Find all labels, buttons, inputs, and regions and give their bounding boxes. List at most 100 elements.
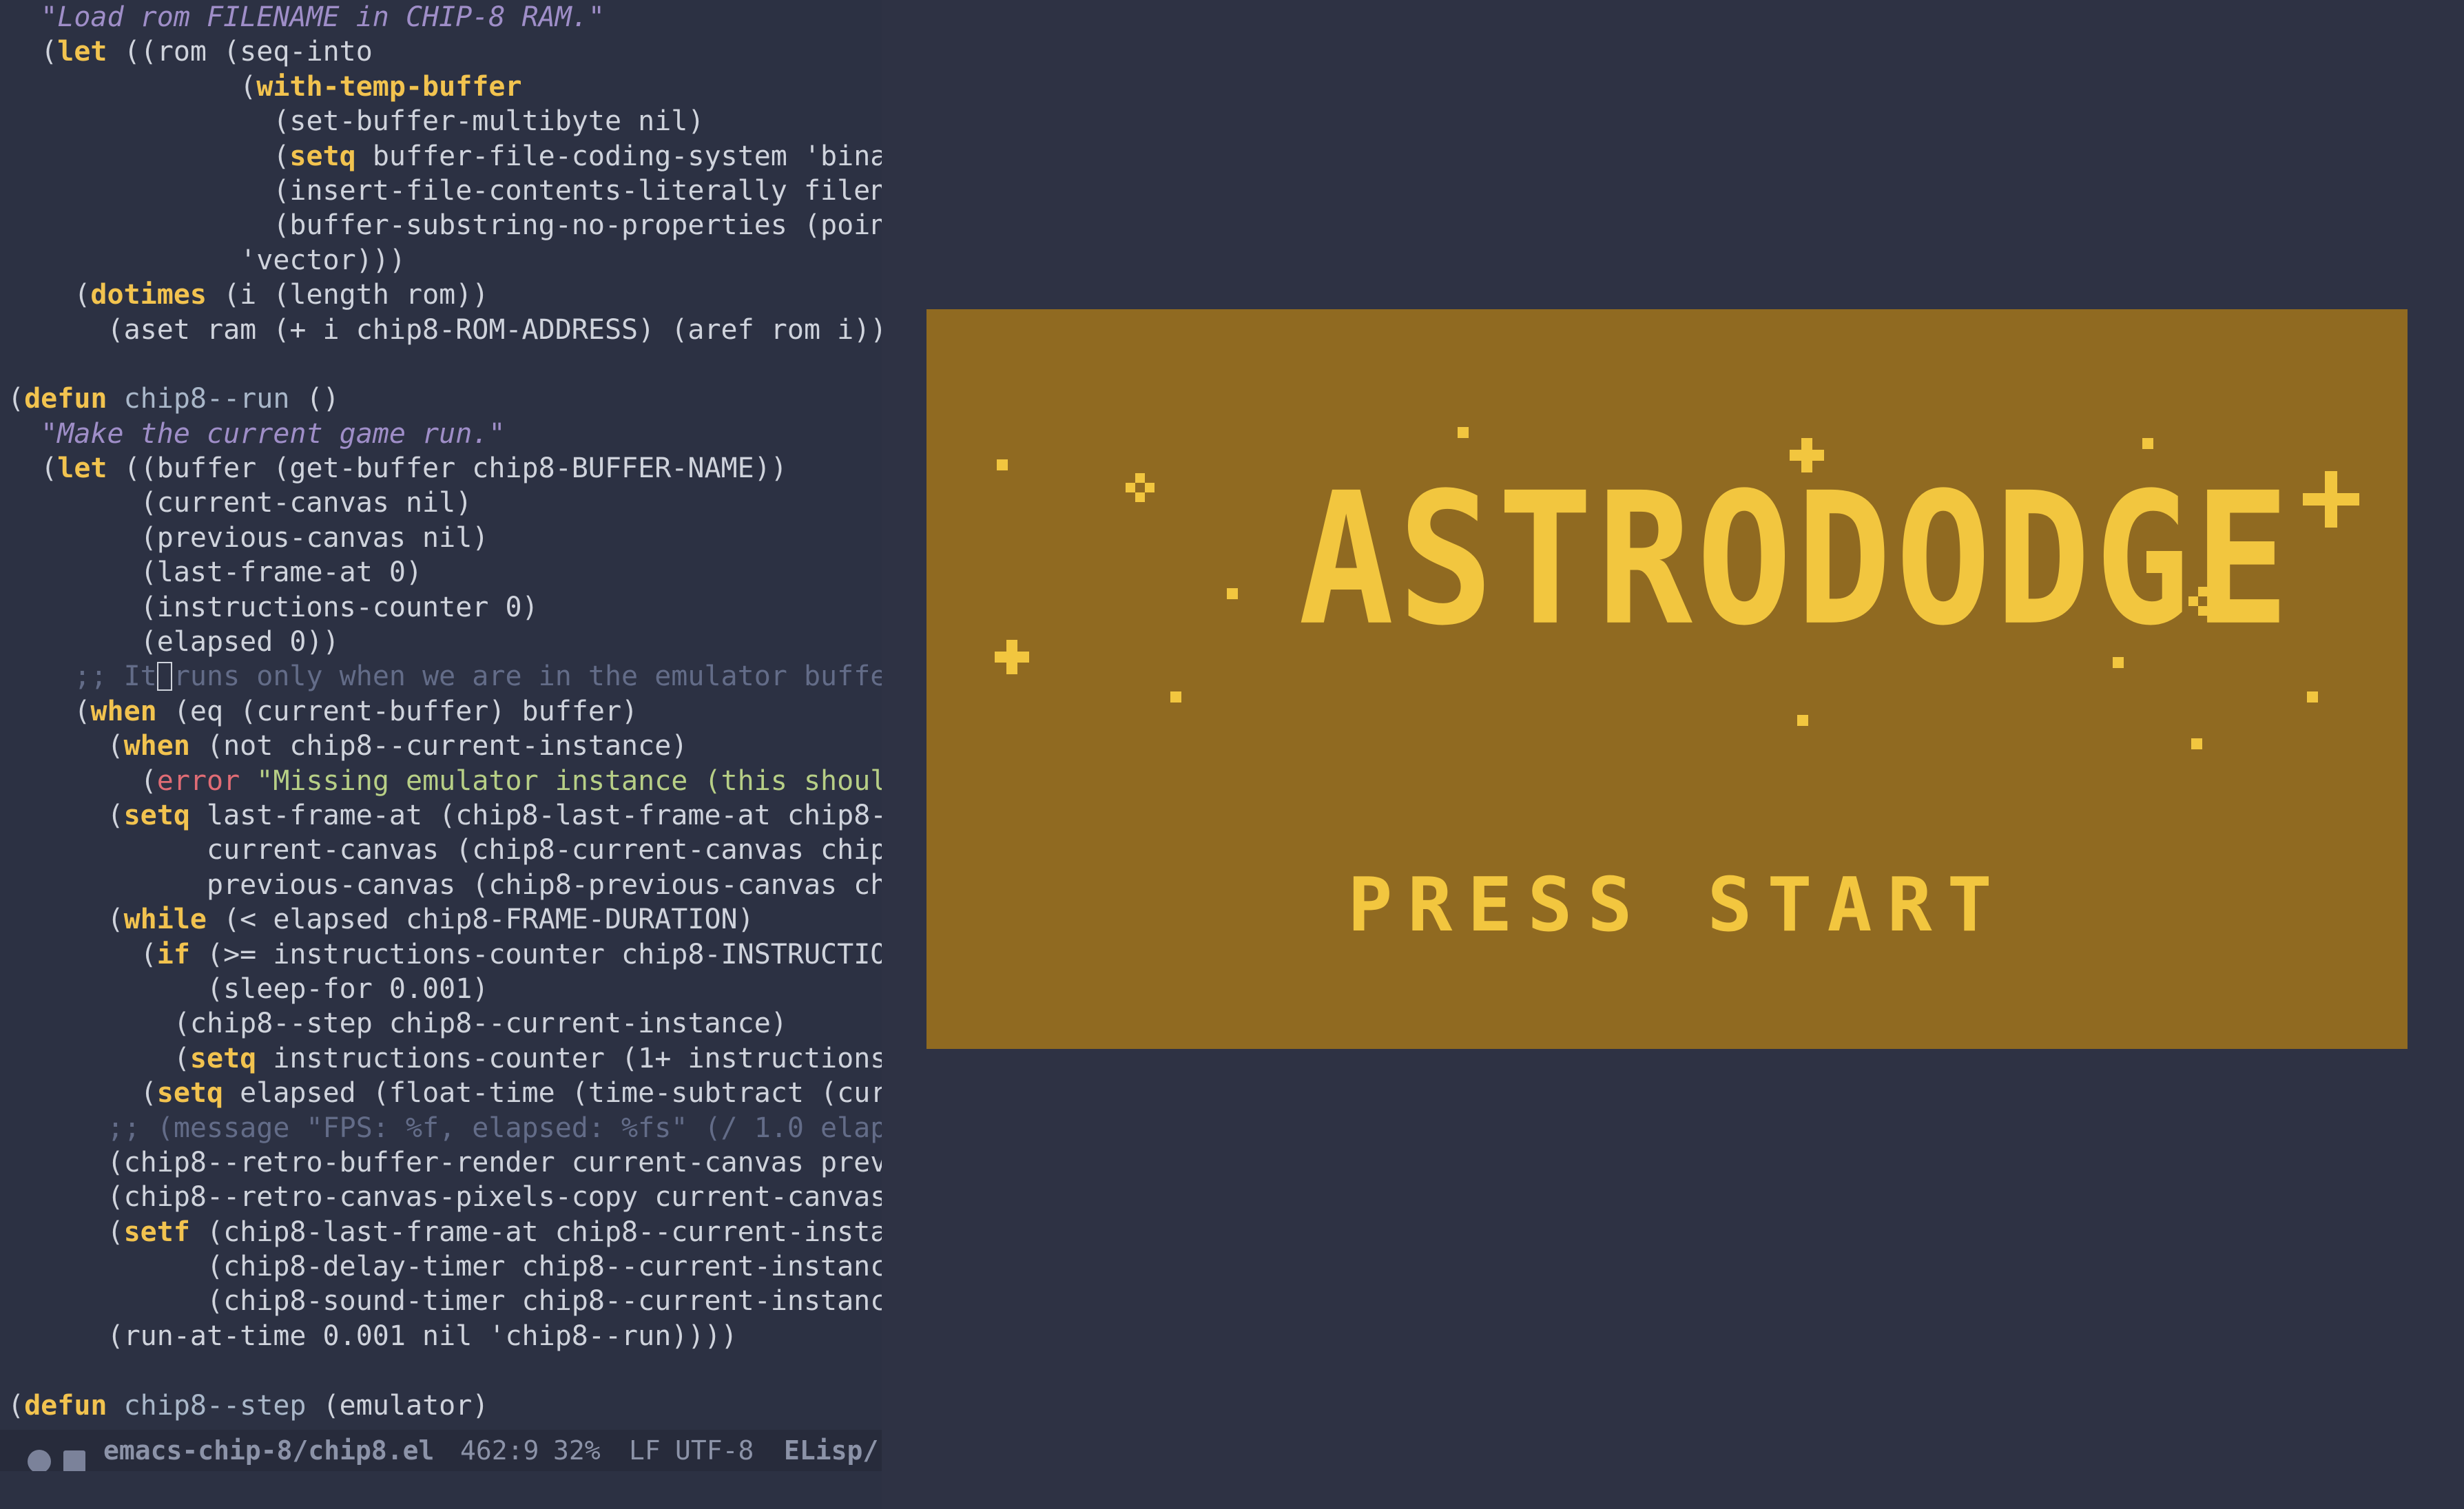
- code-token: (< elapsed chip8-FRAME-DURATION): [207, 904, 754, 936]
- chip8-game-screen[interactable]: ASTRODODGE PRESS START: [926, 309, 2408, 1049]
- code-line[interactable]: (elapsed 0)): [8, 625, 882, 659]
- code-line[interactable]: (chip8-sound-timer chip8--current-instan…: [8, 1284, 882, 1318]
- star-dot: [1458, 427, 1469, 438]
- code-line[interactable]: previous-canvas (chip8-previous-canvas c…: [8, 868, 882, 902]
- code-token: (elapsed 0)): [8, 626, 340, 658]
- code-line[interactable]: "Load rom FILENAME in CHIP-8 RAM.": [8, 0, 882, 34]
- press-start-prompt[interactable]: PRESS START: [1298, 868, 2056, 943]
- star-diamond: [1126, 473, 1155, 502]
- code-line[interactable]: (setq instructions-counter (1+ instructi…: [8, 1041, 882, 1076]
- line-ending[interactable]: LF: [629, 1430, 661, 1471]
- code-token: previous-canvas (chip8-previous-canvas c…: [8, 868, 882, 901]
- code-token: (chip8-sound-timer chip8--current-instan…: [8, 1285, 882, 1318]
- code-token: (instructions-counter 0): [8, 591, 539, 623]
- code-line[interactable]: [8, 347, 882, 382]
- code-line[interactable]: (error "Missing emulator instance (this …: [8, 764, 882, 798]
- code-line[interactable]: (instructions-counter 0): [8, 590, 882, 625]
- code-line[interactable]: (last-frame-at 0): [8, 555, 882, 590]
- code-line[interactable]: current-canvas (chip8-current-canvas chi…: [8, 833, 882, 867]
- code-token: "Missing emulator instance (this should …: [240, 764, 882, 797]
- code-token: ;; (message "FPS: %f, elapsed: %fs" (/ 1…: [8, 1112, 882, 1144]
- code-token: (: [8, 1216, 124, 1248]
- code-line[interactable]: (dotimes (i (length rom)): [8, 278, 882, 312]
- code-line[interactable]: (while (< elapsed chip8-FRAME-DURATION): [8, 902, 882, 937]
- code-line[interactable]: (let ((rom (seq-into: [8, 34, 882, 69]
- code-line[interactable]: (chip8-delay-timer chip8--current-instan…: [8, 1249, 882, 1284]
- code-line[interactable]: (setq last-frame-at (chip8-last-frame-at…: [8, 798, 882, 833]
- code-line[interactable]: (defun chip8--run (): [8, 382, 882, 416]
- code-token: current-canvas (chip8-current-canvas chi…: [8, 834, 882, 866]
- code-token: (chip8--step chip8--current-instance): [8, 1008, 787, 1040]
- code-line[interactable]: (defun chip8--step (emulator): [8, 1388, 882, 1423]
- code-line[interactable]: (chip8--retro-canvas-pixels-copy current…: [8, 1180, 882, 1214]
- code-token: (previous-canvas nil): [8, 521, 489, 554]
- code-line[interactable]: (insert-file-contents-literally filename: [8, 174, 882, 208]
- major-mode[interactable]: ELisp/: [784, 1430, 878, 1471]
- star-plus-large: [2303, 471, 2359, 528]
- code-token: ((buffer (get-buffer chip8-BUFFER-NAME)): [107, 452, 787, 485]
- code-line[interactable]: ;; It runs only when we are in the emula…: [8, 659, 882, 694]
- code-token: (aset ram (+ i chip8-ROM-ADDRESS) (aref …: [8, 313, 882, 346]
- code-token: setq: [123, 799, 190, 831]
- code-token: chip8--run: [107, 383, 290, 415]
- code-line[interactable]: (buffer-substring-no-properties (point-m: [8, 208, 882, 242]
- code-line[interactable]: (let ((buffer (get-buffer chip8-BUFFER-N…: [8, 451, 882, 486]
- code-token: while: [123, 904, 207, 936]
- code-token: (: [8, 1042, 190, 1074]
- code-token: (set-buffer-multibyte nil): [8, 105, 705, 138]
- code-token: ((rom (seq-into: [107, 36, 373, 68]
- code-token: elapsed (float-time (time-subtract (curr…: [223, 1077, 882, 1110]
- code-line[interactable]: [8, 1353, 882, 1388]
- star-dot: [1170, 691, 1181, 703]
- code-line[interactable]: (previous-canvas nil): [8, 521, 882, 555]
- code-token: (not chip8--current-instance): [189, 730, 688, 762]
- code-line[interactable]: (setq buffer-file-coding-system 'binary): [8, 139, 882, 174]
- code-token: (: [8, 799, 124, 831]
- code-line[interactable]: (aset ram (+ i chip8-ROM-ADDRESS) (aref …: [8, 313, 882, 347]
- code-token: last-frame-at (chip8-last-frame-at chip8…: [189, 799, 882, 831]
- code-line[interactable]: (chip8--retro-buffer-render current-canv…: [8, 1145, 882, 1180]
- code-line[interactable]: ;; (message "FPS: %f, elapsed: %fs" (/ 1…: [8, 1111, 882, 1145]
- code-token: defun: [24, 383, 107, 415]
- code-token: dotimes: [90, 279, 207, 311]
- code-token: (eq (current-buffer) buffer): [156, 695, 639, 727]
- code-token: (: [8, 383, 25, 415]
- buffer-file-name[interactable]: emacs-chip-8/chip8.el: [103, 1430, 434, 1471]
- code-token: error: [156, 764, 240, 797]
- star-dot: [997, 459, 1008, 470]
- code-line[interactable]: (chip8--step chip8--current-instance): [8, 1006, 882, 1041]
- code-token: setq: [156, 1077, 224, 1110]
- code-line[interactable]: (with-temp-buffer: [8, 70, 882, 104]
- code-token: (chip8--retro-canvas-pixels-copy current…: [8, 1181, 882, 1214]
- code-token: let: [57, 452, 107, 485]
- file-encoding[interactable]: UTF-8: [675, 1430, 754, 1471]
- code-line[interactable]: (current-canvas nil): [8, 486, 882, 520]
- code-token: (emulator): [306, 1389, 489, 1422]
- star-dot: [1227, 588, 1238, 599]
- code-token: (last-frame-at 0): [8, 556, 423, 589]
- code-line[interactable]: "Make the current game run.": [8, 417, 882, 451]
- code-line[interactable]: (run-at-time 0.001 nil 'chip8--run)))): [8, 1319, 882, 1353]
- code-line[interactable]: (set-buffer-multibyte nil): [8, 104, 882, 138]
- buffer-percent: 32%: [553, 1435, 601, 1466]
- code-token: (: [8, 938, 157, 970]
- star-dot: [2191, 738, 2202, 749]
- code-line[interactable]: (setq elapsed (float-time (time-subtract…: [8, 1076, 882, 1110]
- star-dot: [2142, 438, 2153, 449]
- code-token: (: [8, 695, 91, 727]
- code-view[interactable]: "Load rom FILENAME in CHIP-8 RAM." (let …: [8, 0, 882, 1423]
- code-line[interactable]: 'vector))): [8, 243, 882, 278]
- code-line[interactable]: (when (eq (current-buffer) buffer): [8, 694, 882, 729]
- code-line[interactable]: (if (>= instructions-counter chip8-INSTR…: [8, 937, 882, 972]
- code-token: (insert-file-contents-literally filename: [8, 174, 882, 207]
- file-edit-icon: [63, 1439, 85, 1471]
- code-token: (i (length rom)): [207, 279, 489, 311]
- code-editor-pane[interactable]: "Load rom FILENAME in CHIP-8 RAM." (let …: [0, 0, 882, 1509]
- mode-line: emacs-chip-8/chip8.el 462:9 32% LF UTF-8…: [0, 1430, 882, 1471]
- code-line[interactable]: (when (not chip8--current-instance): [8, 729, 882, 763]
- code-token: (): [289, 383, 340, 415]
- code-token: chip8--step: [107, 1389, 307, 1422]
- code-line[interactable]: (setf (chip8-last-frame-at chip8--curren…: [8, 1215, 882, 1249]
- code-token: (: [8, 36, 58, 68]
- code-line[interactable]: (sleep-for 0.001): [8, 972, 882, 1006]
